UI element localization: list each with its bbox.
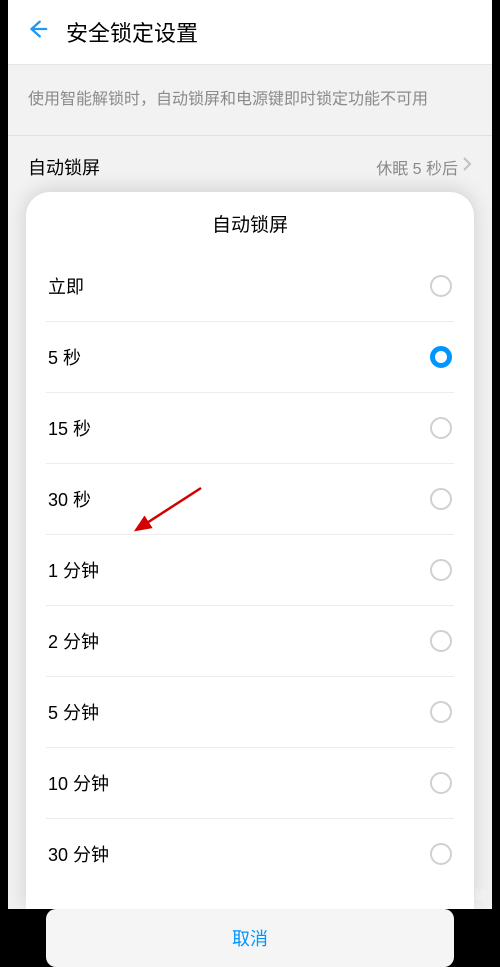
setting-row-autolock[interactable]: 自动锁屏 休眠 5 秒后	[8, 135, 492, 198]
option-row[interactable]: 1 分钟	[46, 535, 454, 606]
option-label: 30 秒	[48, 486, 91, 512]
setting-value-wrap: 休眠 5 秒后	[376, 155, 472, 179]
phone-frame: 安全锁定设置 使用智能解锁时，自动锁屏和电源键即时锁定功能不可用 自动锁屏 休眠…	[8, 0, 492, 909]
info-text: 使用智能解锁时，自动锁屏和电源键即时锁定功能不可用	[28, 87, 472, 113]
watermark: Bai经验	[445, 886, 486, 903]
chevron-right-icon	[462, 156, 472, 177]
radio-icon[interactable]	[430, 772, 452, 794]
radio-icon[interactable]	[430, 843, 452, 865]
info-section: 使用智能解锁时，自动锁屏和电源键即时锁定功能不可用	[8, 65, 492, 135]
option-row[interactable]: 15 秒	[46, 393, 454, 464]
option-row[interactable]: 立即	[46, 251, 454, 322]
option-row[interactable]: 5 秒	[46, 322, 454, 393]
option-row[interactable]: 30 秒	[46, 464, 454, 535]
option-list: 立即 5 秒 15 秒 30 秒 1 分钟 2 分钟 5 分钟 10 分钟 30 分钟	[26, 251, 474, 889]
radio-icon[interactable]	[430, 488, 452, 510]
option-label: 1 分钟	[48, 557, 99, 583]
option-row[interactable]: 2 分钟	[46, 606, 454, 677]
option-row[interactable]: 5 分钟	[46, 677, 454, 748]
option-label: 5 秒	[48, 344, 81, 370]
setting-label: 自动锁屏	[28, 154, 100, 180]
radio-icon[interactable]	[430, 417, 452, 439]
option-label: 10 分钟	[48, 770, 109, 796]
modal-title: 自动锁屏	[26, 192, 474, 251]
header-bar: 安全锁定设置	[8, 0, 492, 65]
option-label: 2 分钟	[48, 628, 99, 654]
cancel-button[interactable]: 取消	[46, 909, 454, 967]
page-title: 安全锁定设置	[66, 16, 198, 48]
back-icon[interactable]	[26, 18, 48, 47]
option-label: 30 分钟	[48, 841, 109, 867]
option-row[interactable]: 30 分钟	[46, 819, 454, 889]
radio-icon[interactable]	[430, 346, 452, 368]
radio-icon[interactable]	[430, 275, 452, 297]
radio-icon[interactable]	[430, 701, 452, 723]
setting-value: 休眠 5 秒后	[376, 155, 458, 179]
option-label: 立即	[48, 273, 84, 299]
option-label: 15 秒	[48, 415, 91, 441]
option-label: 5 分钟	[48, 699, 99, 725]
radio-icon[interactable]	[430, 630, 452, 652]
radio-icon[interactable]	[430, 559, 452, 581]
option-row[interactable]: 10 分钟	[46, 748, 454, 819]
modal-sheet: 自动锁屏 立即 5 秒 15 秒 30 秒 1 分钟 2 分钟 5 分钟 10 分钟 30 分钟…	[26, 192, 474, 909]
